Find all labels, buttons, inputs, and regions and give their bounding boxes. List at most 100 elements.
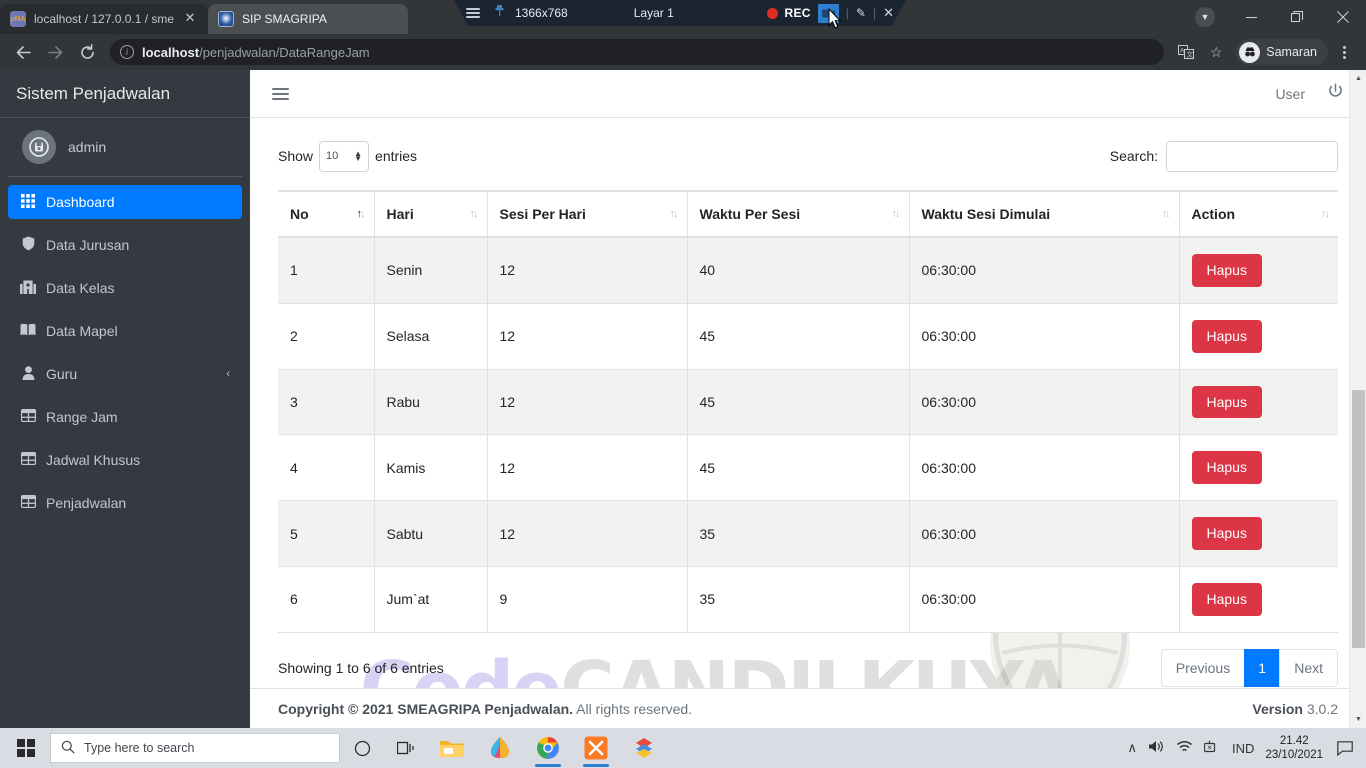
column-header-waktu-sesi-dimulai[interactable]: Waktu Sesi Dimulai ↑↓	[909, 190, 1180, 238]
delete-button[interactable]: Hapus	[1191, 582, 1262, 616]
cell-sesi-per-hari: 12	[487, 369, 688, 436]
sidebar-item-guru[interactable]: Guru ‹	[8, 357, 242, 391]
person-icon	[18, 365, 38, 383]
chevron-left-icon: ‹	[226, 368, 230, 380]
column-header-hari[interactable]: Hari ↑↓	[374, 190, 488, 238]
cell-no: 2	[278, 303, 375, 370]
delete-button[interactable]: Hapus	[1191, 385, 1262, 419]
delete-button[interactable]: Hapus	[1191, 517, 1262, 550]
sidebar-item-label: Jadwal Khusus	[46, 452, 141, 468]
column-header-sesi-per-hari[interactable]: Sesi Per Hari ↑↓	[487, 190, 688, 238]
browser-menu-button[interactable]	[1330, 38, 1358, 66]
book-icon	[18, 323, 38, 339]
hamburger-icon[interactable]	[466, 8, 480, 18]
site-info-icon[interactable]: i	[120, 45, 134, 59]
sidebar-brand[interactable]: Sistem Penjadwalan	[0, 70, 250, 118]
grid-icon	[18, 193, 38, 211]
scroll-down-icon[interactable]: ▼	[1350, 711, 1366, 728]
minimize-button[interactable]	[1228, 0, 1274, 34]
building-icon	[18, 280, 38, 297]
cell-action: Hapus	[1179, 566, 1338, 633]
camera-icon[interactable]	[817, 3, 839, 23]
reload-button[interactable]	[72, 37, 102, 67]
browser-tab-sip-smagripa[interactable]: SIP SMAGRIPA	[208, 4, 408, 34]
sidebar-item-data-mapel[interactable]: Data Mapel	[8, 314, 242, 348]
sidebar-toggle-button[interactable]	[272, 87, 289, 100]
delete-button[interactable]: Hapus	[1191, 451, 1262, 485]
footer-version-number: 3.0.2	[1306, 700, 1338, 717]
scroll-up-icon[interactable]: ▲	[1350, 70, 1366, 87]
taskbar-app-sublime-text[interactable]	[620, 728, 668, 768]
sidebar-item-dashboard[interactable]: Dashboard	[8, 185, 242, 219]
svg-text:✕: ✕	[1207, 745, 1213, 752]
pencil-icon[interactable]: ✎	[856, 6, 866, 20]
power-icon[interactable]	[1327, 82, 1344, 105]
entries-per-page-select[interactable]: 10 ▲ ▼	[319, 140, 370, 172]
pagination-next[interactable]: Next	[1279, 648, 1338, 687]
task-view-button[interactable]	[384, 728, 428, 768]
tray-chevron-icon[interactable]: ∧	[1128, 740, 1138, 756]
taskbar-app-paint-3d[interactable]	[476, 728, 524, 768]
sort-icon: ↑↓	[356, 208, 366, 220]
datatable-search-control: Search:	[1110, 140, 1338, 172]
pagination-page-1[interactable]: 1	[1244, 648, 1281, 687]
cell-hari: Jum`at	[374, 566, 488, 633]
table-row: 5 Sabtu 12 35 06:30:00 Hapus	[278, 500, 1338, 567]
volume-icon[interactable]	[1148, 739, 1165, 757]
sort-icon: ↑↓	[469, 208, 479, 220]
column-header-waktu-per-sesi[interactable]: Waktu Per Sesi ↑↓	[687, 190, 910, 238]
forward-button[interactable]	[40, 37, 70, 67]
sidebar-item-jadwal-khusus[interactable]: Jadwal Khusus	[8, 443, 242, 477]
app-footer: Copyright © 2021 SMEAGRIPA Penjadwalan. …	[250, 688, 1366, 728]
column-header-no[interactable]: No ↑↓	[278, 190, 375, 238]
translate-icon[interactable]: A文	[1172, 38, 1200, 66]
back-button[interactable]	[8, 37, 38, 67]
browser-tab-phpmyadmin[interactable]: pMA localhost / 127.0.0.1 / smeagripa_ ✕	[0, 4, 208, 34]
tray-language-label[interactable]: IND	[1232, 741, 1254, 756]
search-input[interactable]	[1166, 140, 1338, 172]
sidebar-item-penjadwalan[interactable]: Penjadwalan	[8, 486, 242, 520]
cortana-button[interactable]	[340, 728, 384, 768]
cell-hari: Rabu	[374, 369, 488, 436]
footer-copyright-rest: All rights reserved.	[573, 700, 693, 717]
address-bar[interactable]: i localhost/penjadwalan/DataRangeJam	[110, 39, 1165, 65]
delete-button[interactable]: Hapus	[1191, 319, 1262, 353]
scrollbar-thumb[interactable]	[1352, 390, 1365, 648]
page-scrollbar[interactable]: ▲ ▼	[1349, 70, 1366, 728]
close-icon[interactable]: ✕	[883, 5, 894, 21]
maximize-button[interactable]	[1274, 0, 1320, 34]
profile-chevron-button[interactable]: ▼	[1182, 0, 1228, 34]
start-button[interactable]	[4, 728, 48, 768]
bookmark-star-icon[interactable]: ☆	[1202, 38, 1230, 66]
address-bar-url: localhost/penjadwalan/DataRangeJam	[142, 45, 370, 60]
sidebar-item-data-kelas[interactable]: Data Kelas	[8, 271, 242, 305]
phpmyadmin-icon: pMA	[10, 11, 26, 27]
column-header-action[interactable]: Action ↑↓	[1179, 190, 1338, 238]
pagination-previous[interactable]: Previous	[1160, 648, 1246, 687]
cell-sesi-per-hari: 12	[487, 500, 688, 567]
taskbar-search-box[interactable]: Type here to search	[50, 733, 340, 763]
sidebar-user-panel[interactable]: admin	[8, 118, 242, 177]
sort-icon: ↑↓	[1321, 208, 1330, 220]
content-wrapper: User CodeCANDILKUYA code.candilkuya.com	[250, 70, 1366, 728]
cell-sesi-per-hari: 12	[487, 434, 688, 502]
column-label: No	[290, 206, 309, 222]
taskbar-app-chrome[interactable]	[524, 728, 572, 768]
taskbar-app-xampp[interactable]	[572, 728, 620, 768]
tray-clock[interactable]: 21.42 23/10/2021	[1265, 734, 1323, 762]
navbar-user-label[interactable]: User	[1275, 86, 1305, 102]
wifi-icon[interactable]	[1176, 740, 1193, 757]
cell-sesi-per-hari: 12	[487, 303, 688, 370]
network-error-icon[interactable]: ✕	[1203, 740, 1221, 757]
pin-icon[interactable]	[494, 5, 505, 21]
profile-button[interactable]: Samaran	[1236, 39, 1328, 65]
close-icon[interactable]: ✕	[182, 11, 198, 27]
close-window-button[interactable]	[1320, 0, 1366, 34]
sort-icon: ↑↓	[669, 208, 679, 220]
sidebar-item-range-jam[interactable]: Range Jam	[8, 400, 242, 434]
taskbar-app-file-explorer[interactable]	[428, 728, 476, 768]
cell-action: Hapus	[1179, 369, 1338, 436]
sidebar-item-data-jurusan[interactable]: Data Jurusan	[8, 228, 242, 262]
delete-button[interactable]: Hapus	[1191, 254, 1262, 287]
notification-icon[interactable]	[1334, 737, 1356, 759]
